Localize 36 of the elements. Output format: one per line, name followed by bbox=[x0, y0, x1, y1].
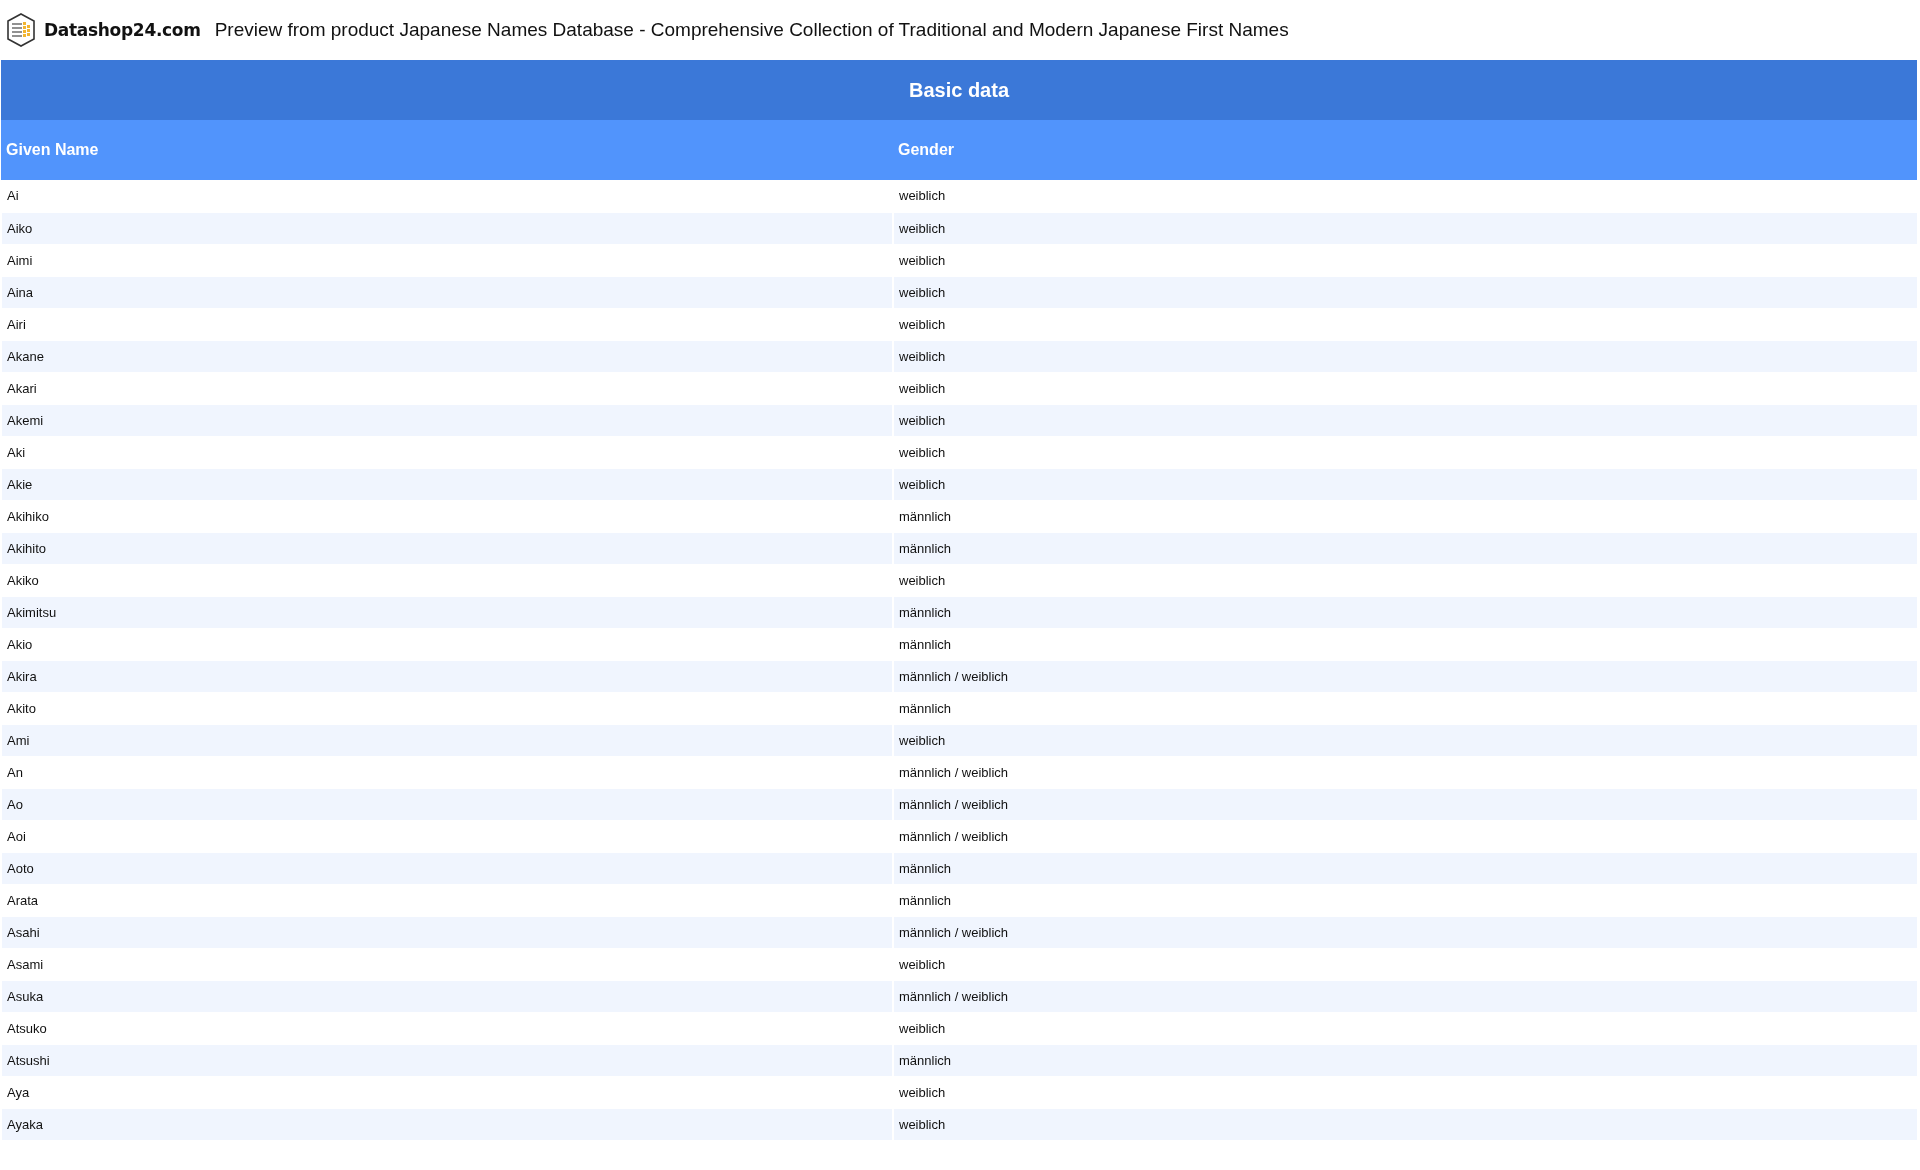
table-cell: männlich / weiblich bbox=[893, 788, 1917, 820]
table-cell: Akane bbox=[1, 340, 893, 372]
table-cell: weiblich bbox=[893, 340, 1917, 372]
table-cell: Aina bbox=[1, 276, 893, 308]
table-cell: Akemi bbox=[1, 404, 893, 436]
table-cell: männlich bbox=[893, 596, 1917, 628]
table-cell: männlich / weiblich bbox=[893, 980, 1917, 1012]
table-cell: männlich / weiblich bbox=[893, 916, 1917, 948]
logo-icon bbox=[6, 13, 36, 47]
table-cell: Ao bbox=[1, 788, 893, 820]
table-cell: Akimitsu bbox=[1, 596, 893, 628]
table-cell: Atsushi bbox=[1, 1044, 893, 1076]
table-cell: Asahi bbox=[1, 916, 893, 948]
table-cell: Aiko bbox=[1, 212, 893, 244]
table-cell: weiblich bbox=[893, 404, 1917, 436]
table-cell: weiblich bbox=[893, 276, 1917, 308]
page-title: Preview from product Japanese Names Database - Comprehensive Collection of Traditional and Modern Japanese First Names bbox=[214, 19, 1289, 41]
table-cell: weiblich bbox=[893, 724, 1917, 756]
table-cell: Ami bbox=[1, 724, 893, 756]
column-header: Given Name bbox=[1, 120, 893, 180]
table-cell: Akihito bbox=[1, 532, 893, 564]
table-cell: Ayaka bbox=[1, 1108, 893, 1140]
table-cell: Akie bbox=[1, 468, 893, 500]
column-header: Gender bbox=[893, 120, 1917, 180]
table-caption: Basic data bbox=[1, 60, 1917, 120]
table-cell: Aoto bbox=[1, 852, 893, 884]
table-cell: männlich bbox=[893, 1044, 1917, 1076]
table-cell: männlich bbox=[893, 852, 1917, 884]
table-cell: Akira bbox=[1, 660, 893, 692]
table-cell: weiblich bbox=[893, 1108, 1917, 1140]
table-cell: weiblich bbox=[893, 212, 1917, 244]
table-cell: männlich / weiblich bbox=[893, 660, 1917, 692]
table-cell: Asuka bbox=[1, 980, 893, 1012]
brand-name: Datashop24.com bbox=[44, 20, 201, 40]
table-cell: männlich bbox=[893, 532, 1917, 564]
table-cell: weiblich bbox=[893, 468, 1917, 500]
